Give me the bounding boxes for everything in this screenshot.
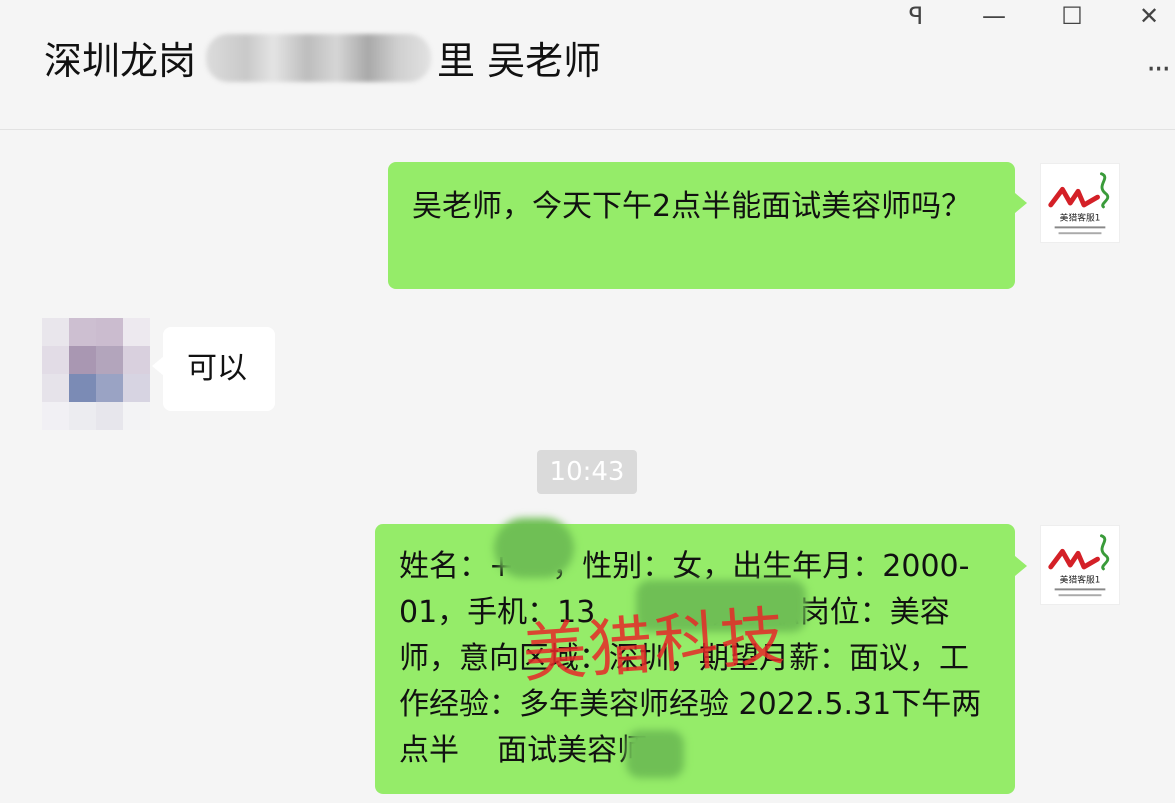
pin-icon[interactable]: ꟼ	[898, 0, 934, 32]
chat-title: 深圳龙岗 里 吴老师	[44, 30, 601, 85]
message-bubble-outgoing-1[interactable]: 吴老师，今天下午2点半能面试美容师吗？	[388, 162, 1015, 289]
chat-title-prefix: 深圳龙岗	[44, 39, 197, 83]
self-avatar[interactable]: 美猎客服1	[1040, 525, 1120, 605]
redaction-blur	[494, 518, 574, 578]
message-text: 吴老师，今天下午2点半能面试美容师吗？	[412, 189, 972, 224]
redaction-blur	[636, 580, 806, 632]
message-bubble-outgoing-2[interactable]: 姓名：+ ，性别：女，出生年月：2000-01，手机：13 45，求职岗位：美容…	[375, 524, 1015, 794]
maximize-icon[interactable]: ☐	[1054, 0, 1090, 32]
message-text: 可以	[187, 351, 247, 386]
message-bubble-incoming-1[interactable]: 可以	[163, 327, 275, 411]
chat-title-suffix: 里 吴老师	[437, 39, 602, 83]
close-icon[interactable]: ✕	[1131, 0, 1167, 32]
more-options-icon[interactable]: ···	[1146, 52, 1171, 87]
logo-caption: 美猎客服1	[1060, 574, 1101, 586]
logo-icon: 美猎客服1	[1048, 172, 1110, 235]
logo-caption: 美猎客服1	[1060, 212, 1101, 224]
redacted-name-blur	[206, 33, 432, 82]
redaction-blur	[626, 730, 684, 778]
minimize-icon[interactable]: —	[976, 0, 1012, 32]
chat-header: 深圳龙岗 里 吴老师 ꟼ — ☐ ✕ ···	[0, 0, 1175, 130]
self-avatar[interactable]: 美猎客服1	[1040, 163, 1120, 243]
bubble-tail	[1015, 193, 1027, 213]
bubble-tail	[1015, 556, 1027, 576]
message-timestamp: 10:43	[537, 450, 637, 494]
contact-avatar[interactable]	[42, 318, 150, 430]
logo-icon: 美猎客服1	[1048, 534, 1110, 597]
